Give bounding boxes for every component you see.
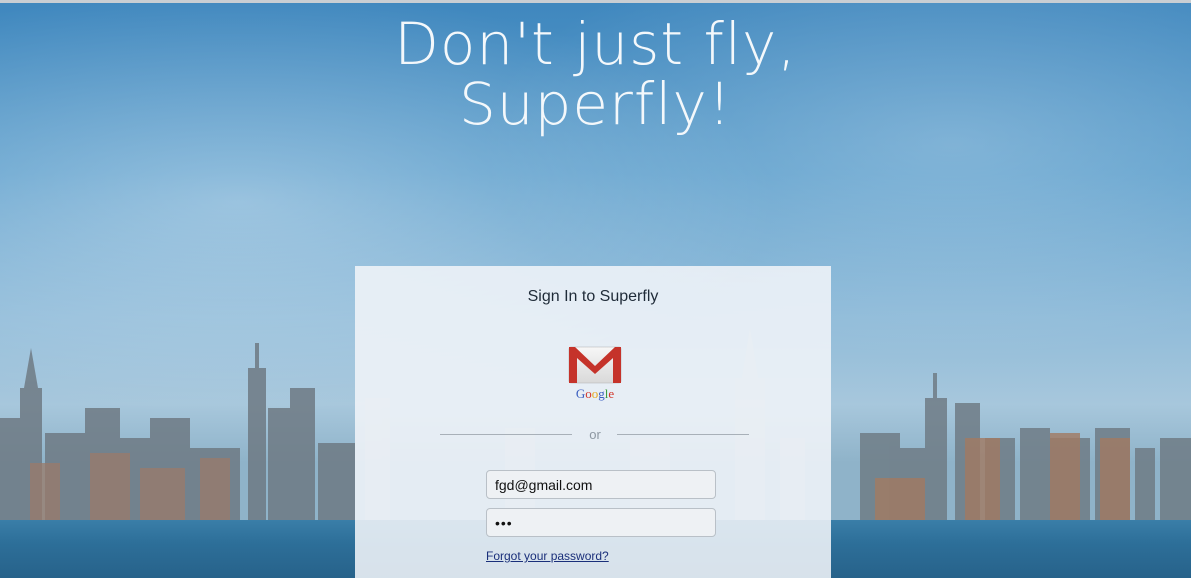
hero-line-1: Don't just fly,	[394, 10, 797, 78]
google-logo-text: Google	[576, 386, 615, 401]
signin-panel: Sign In to Superfly Google or Forgot you…	[355, 266, 831, 578]
google-signin-button[interactable]: Google	[565, 344, 625, 404]
email-field[interactable]	[486, 470, 716, 499]
forgot-password-link[interactable]: Forgot your password?	[486, 549, 609, 563]
hero-headline: Don't just fly, Superfly!	[0, 14, 1191, 134]
signin-title: Sign In to Superfly	[527, 288, 659, 305]
top-border	[0, 0, 1191, 3]
divider-right	[617, 434, 749, 435]
hero-line-2: Superfly!	[458, 70, 733, 138]
or-separator: or	[589, 427, 601, 442]
gmail-icon: Google	[568, 346, 622, 401]
password-field[interactable]	[486, 508, 716, 537]
divider-left	[440, 434, 572, 435]
